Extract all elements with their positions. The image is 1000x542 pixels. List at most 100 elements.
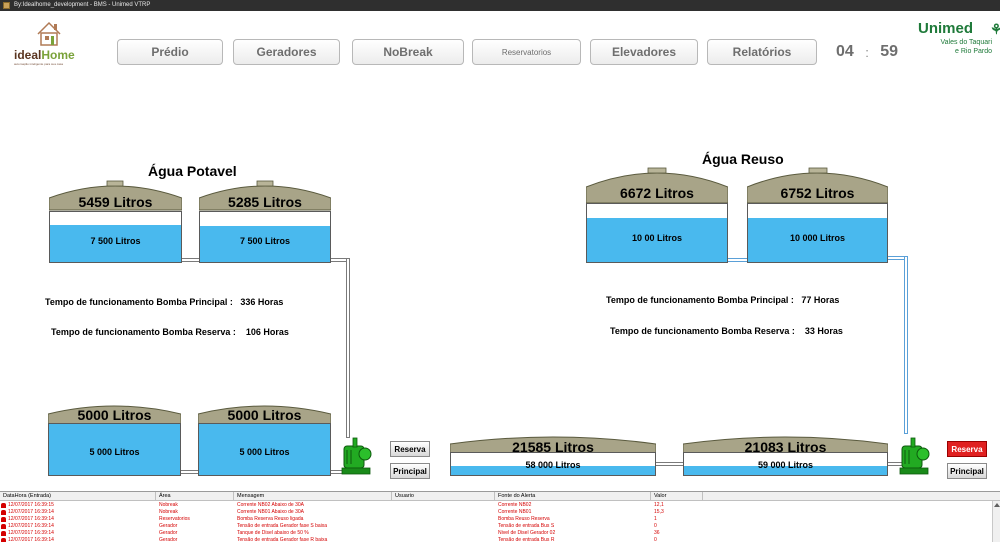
alarm-cell: Tensão de entrada Gerador fase R baixa: [237, 537, 328, 542]
alarm-cell: Bomba Reuso Reserva: [498, 516, 550, 522]
alarm-cell: 12/07/2017 16:39:15: [8, 502, 54, 508]
app-icon: [3, 2, 10, 9]
alarm-cell: Corrente NB02 Abaixo de 30A: [237, 502, 304, 508]
tank-capacity: 5 000 Litros: [89, 447, 140, 457]
unimed-tree-icon: ⚘: [990, 21, 1000, 37]
pipe-reuso-riser: [904, 256, 908, 434]
alarm-row[interactable]: 12/07/2017 16:39:15 Nobreak Corrente NB02 …: [0, 502, 1000, 509]
alarm-cell: Corrente NB01 Abaixo de 30A: [237, 509, 304, 515]
clock-separator: :: [865, 44, 869, 60]
alarm-cell: Tensão de entrada Bus R: [498, 537, 555, 542]
alarm-cell: Gerador: [159, 523, 178, 529]
tank-level: 5000 Litros: [77, 407, 152, 423]
col-valor[interactable]: Valor: [651, 492, 703, 501]
alarm-cell: Nobreak: [159, 502, 178, 508]
reuso-pump-main-time: Tempo de funcionamento Bomba Principal :…: [606, 295, 839, 305]
potavel-reserve-button[interactable]: Reserva: [390, 441, 430, 457]
alarm-row[interactable]: 12/07/2017 16:39:14 Nobreak Corrente NB01 …: [0, 509, 1000, 516]
nav-predio-button[interactable]: Prédio: [117, 39, 223, 65]
reuso-main-button[interactable]: Principal: [947, 463, 987, 479]
tank-capacity: 10 00 Litros: [631, 233, 683, 243]
clock-minutes: 59: [880, 43, 898, 60]
alarm-cell: 15,3: [654, 509, 664, 515]
logo-tagline: automação inteligente para sua casa: [14, 62, 64, 66]
tank-level: 5285 Litros: [228, 194, 302, 210]
reuso-pump-reserve-value: 33 Horas: [804, 326, 843, 336]
reuso-title: Água Reuso: [702, 151, 784, 167]
alarm-cell: Corrente NB02: [498, 502, 532, 508]
reuso-upper-tank-2: 6752 Litros 10 000 Litros: [747, 167, 888, 263]
alarm-row[interactable]: 12/07/2017 16:39:14 Gerador Tensão de entr…: [0, 523, 1000, 530]
alarm-cell: 36: [654, 530, 660, 536]
unimed-line2: e Rio Pardo: [955, 48, 992, 55]
alarm-cell: 12/07/2017 16:39:14: [8, 509, 54, 515]
logo-brand-accent: Home: [41, 48, 75, 62]
alarm-cell: 1: [654, 516, 657, 522]
nav-reservatorios-button[interactable]: Reservatorios: [472, 39, 581, 65]
alarm-cell: [392, 509, 495, 516]
tank-capacity: 5 000 Litros: [239, 447, 290, 457]
alarm-cell: [392, 516, 495, 523]
reuso-pump-reserve-time: Tempo de funcionamento Bomba Reserva : 3…: [610, 326, 843, 336]
bms-screen: By:Idealhome_development - BMS - Unimed …: [0, 0, 1000, 542]
tank-capacity: 7 500 Litros: [90, 236, 141, 246]
alarm-scrollbar[interactable]: [992, 501, 1000, 542]
reuso-pump-icon: [899, 437, 930, 475]
alarm-cell: [392, 502, 495, 509]
alarm-row[interactable]: 12/07/2017 16:39:14 Gerador Tanque de Dise…: [0, 530, 1000, 537]
potavel-main-button[interactable]: Principal: [390, 463, 430, 479]
reuso-reserve-button[interactable]: Reserva: [947, 441, 987, 457]
alarm-cell: Bomba Reserva Reuso ligada: [237, 516, 304, 522]
tank-level: 5000 Litros: [227, 407, 302, 423]
nav-relatorios-button[interactable]: Relatórios: [707, 39, 817, 65]
alarm-cell: 0: [654, 537, 657, 542]
tank-level: 6672 Litros: [620, 185, 694, 201]
alarm-cell: 12/07/2017 16:39:14: [8, 523, 54, 529]
unimed-name: Unimed: [918, 20, 974, 37]
reuso-pump-main-value: 77 Horas: [801, 295, 840, 305]
alarm-row[interactable]: 12/07/2017 16:39:14 Reservatorios Bomba Re…: [0, 516, 1000, 523]
nav-elevadores-button[interactable]: Elevadores: [590, 39, 698, 65]
alarm-cell: Reservatorios: [159, 516, 190, 522]
alarm-cell: Tanque de Disel abaixo de 50 %: [237, 530, 309, 536]
reuso-lower-tank-1: 21585 Litros 58 000 Litros: [450, 434, 656, 476]
alarm-row[interactable]: 12/07/2017 16:39:14 Gerador Tensão de entr…: [0, 537, 1000, 542]
alarm-table: DataHora (Entrada) Área Mensagem Usuario…: [0, 491, 1000, 542]
unimed-logo: Unimed ⚘ Vales do Taquari e Rio Pardo: [912, 19, 1000, 61]
col-mensagem[interactable]: Mensagem: [234, 492, 392, 501]
unimed-line1: Vales do Taquari: [940, 39, 993, 46]
window-title-bar: By:Idealhome_development - BMS - Unimed …: [0, 0, 1000, 11]
window-title: By:Idealhome_development - BMS - Unimed …: [14, 2, 151, 8]
clock-hours: 04: [836, 43, 854, 60]
nav-nobreak-button[interactable]: NoBreak: [352, 39, 464, 65]
col-area[interactable]: Área: [156, 492, 234, 501]
potavel-lower-tank-1: 5000 Litros 5 000 Litros: [48, 402, 181, 476]
col-fonte[interactable]: Fonte do Alerta: [495, 492, 651, 501]
col-datahora[interactable]: DataHora (Entrada): [0, 492, 156, 501]
alarm-cell: [392, 530, 495, 537]
col-usuario[interactable]: Usuario: [392, 492, 495, 501]
logo-brand: idealHome: [14, 48, 75, 62]
pipe-reuso-lower-link: [655, 462, 685, 466]
reuso-pump-reserve-label: Tempo de funcionamento Bomba Reserva :: [610, 326, 795, 336]
alarm-cell: Nivel de Disel Gerador 02: [498, 530, 556, 536]
reuso-pump-main-label: Tempo de funcionamento Bomba Principal :: [606, 295, 794, 305]
alarm-cell: 12/07/2017 16:39:14: [8, 530, 54, 536]
potavel-pump-reserve-time: Tempo de funcionamento Bomba Reserva : 1…: [51, 327, 289, 337]
potavel-pump-main-value: 336 Horas: [240, 297, 284, 307]
tank-level: 5459 Litros: [78, 194, 153, 210]
pipe-reuso-upper-link: [727, 258, 749, 262]
logo-brand-main: ideal: [14, 48, 42, 62]
potavel-pump-icon: [341, 437, 372, 475]
pipe-potavel-riser: [346, 258, 350, 438]
potavel-upper-tank-2: 5285 Litros 7 500 Litros: [199, 180, 331, 263]
scroll-up-arrow-icon[interactable]: [994, 503, 1000, 507]
clock: 04 : 59: [836, 42, 898, 62]
potavel-upper-tank-1: 5459 Litros 7 500 Litros: [49, 180, 182, 263]
house-logo-icon: [37, 21, 61, 46]
nav-geradores-button[interactable]: Geradores: [233, 39, 340, 65]
alarm-cell: Tensão de entrada Gerador fase S baixa: [237, 523, 328, 529]
tank-capacity: 59 000 Litros: [757, 460, 814, 470]
alarm-cell: Nobreak: [159, 509, 178, 515]
tank-capacity: 10 000 Litros: [789, 233, 846, 243]
